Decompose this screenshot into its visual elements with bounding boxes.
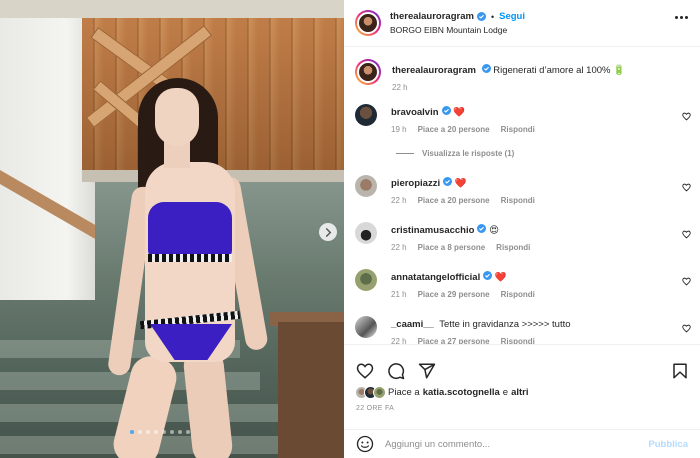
likes-prefix: Piace a xyxy=(388,387,420,398)
bikini-top xyxy=(148,202,232,260)
comment-item: _caami__ Tette in gravidanza >>>>> tutto… xyxy=(344,315,700,344)
reply-button[interactable]: Rispondi xyxy=(496,243,530,252)
post-caption: therealauroragram Rigenerati d’amore al … xyxy=(344,48,700,92)
publish-button[interactable]: Pubblica xyxy=(648,439,688,450)
heart-icon[interactable] xyxy=(356,362,374,380)
carousel-dot xyxy=(130,430,134,434)
bikini-band xyxy=(148,254,232,262)
commenter-avatar[interactable] xyxy=(355,175,377,197)
carousel-dot xyxy=(138,430,142,434)
carousel-dot xyxy=(146,430,150,434)
comment-likes[interactable]: Piace a 8 persone xyxy=(418,243,486,252)
wood-pillar xyxy=(278,322,344,458)
comment-item: cristinamusacchio 😍 22 h Piace a 8 persone… xyxy=(344,221,700,252)
white-wall xyxy=(0,0,95,300)
caption-time: 22 h xyxy=(392,83,408,92)
bookmark-icon[interactable] xyxy=(671,362,689,380)
comment-time[interactable]: 22 h xyxy=(391,337,407,344)
post-time-ago[interactable]: 22 ORE FA xyxy=(344,399,700,412)
comment-item: bravoalvin ❤️ 19 h Piace a 20 persone Rispo… xyxy=(344,103,700,134)
heart-icon[interactable] xyxy=(682,277,691,286)
comment-username[interactable]: pieropiazzi xyxy=(391,178,440,189)
liker-avatars xyxy=(355,386,386,399)
heart-icon[interactable] xyxy=(682,230,691,239)
comment-time[interactable]: 19 h xyxy=(391,125,407,134)
verified-icon xyxy=(483,271,493,280)
comment-text: ❤️ xyxy=(494,272,507,283)
carousel-dot xyxy=(162,430,166,434)
author-avatar[interactable] xyxy=(355,10,381,36)
emoji-icon[interactable] xyxy=(356,435,374,453)
post-details-panel: therealauroragram • Segui BORGO EIBN Mou… xyxy=(344,0,700,458)
more-icon[interactable] xyxy=(675,16,688,19)
comment-likes[interactable]: Piace a 20 persone xyxy=(418,196,490,205)
author-username[interactable]: therealauroragram xyxy=(390,11,474,22)
commenter-avatar[interactable] xyxy=(355,104,377,126)
verified-icon xyxy=(477,224,487,233)
face xyxy=(155,88,199,146)
separator: • xyxy=(490,11,495,22)
post-viewer: therealauroragram • Segui BORGO EIBN Mou… xyxy=(0,0,700,458)
comment-username[interactable]: _caami__ xyxy=(391,319,434,330)
author-avatar[interactable] xyxy=(355,59,381,85)
ceiling xyxy=(0,0,344,18)
post-location[interactable]: BORGO EIBN Mountain Lodge xyxy=(390,25,525,35)
commenter-avatar[interactable] xyxy=(355,316,377,338)
commenter-avatar[interactable] xyxy=(355,269,377,291)
comment-likes[interactable]: Piace a 29 persone xyxy=(418,290,490,299)
verified-icon xyxy=(481,64,491,73)
heart-icon[interactable] xyxy=(682,183,691,192)
likes-user[interactable]: katia.scotognella xyxy=(423,387,500,398)
commenter-avatar[interactable] xyxy=(355,222,377,244)
comment-text: ❤️ xyxy=(454,178,467,189)
post-media[interactable] xyxy=(0,0,344,458)
comment-time[interactable]: 22 h xyxy=(391,196,407,205)
comment-time[interactable]: 22 h xyxy=(391,243,407,252)
comment-text: ❤️ xyxy=(453,107,466,118)
comment-item: annatatangelofficial ❤️ 21 h Piace a 29 pe… xyxy=(344,268,700,299)
carousel-dot xyxy=(186,430,190,434)
view-replies-label: Visualizza le risposte (1) xyxy=(422,149,515,158)
carousel-next-button[interactable] xyxy=(319,223,337,241)
likes-others[interactable]: altri xyxy=(511,387,528,398)
comment-item: pieropiazzi ❤️ 22 h Piace a 20 persone Risp… xyxy=(344,174,700,205)
likes-summary[interactable]: Piace a katia.scotognella e altri xyxy=(344,386,700,399)
comment-composer: Pubblica xyxy=(344,429,700,458)
post-actions: Piace a katia.scotognella e altri 22 ORE… xyxy=(344,344,700,429)
heart-icon[interactable] xyxy=(682,324,691,333)
comment-likes[interactable]: Piace a 20 persone xyxy=(418,125,490,134)
heart-icon[interactable] xyxy=(682,112,691,121)
reply-button[interactable]: Rispondi xyxy=(501,125,535,134)
comment-likes[interactable]: Piace a 27 persone xyxy=(418,337,490,344)
verified-icon xyxy=(476,12,486,21)
comment-username[interactable]: bravoalvin xyxy=(391,107,439,118)
comment-time[interactable]: 21 h xyxy=(391,290,407,299)
carousel-dot xyxy=(178,430,182,434)
comment-input[interactable] xyxy=(385,438,649,450)
person-figure xyxy=(100,76,280,458)
post-header: therealauroragram • Segui BORGO EIBN Mou… xyxy=(344,0,700,47)
comment-username[interactable]: cristinamusacchio xyxy=(391,225,474,236)
verified-icon xyxy=(441,106,451,115)
comment-username[interactable]: annatatangelofficial xyxy=(391,272,480,283)
comment-icon[interactable] xyxy=(387,362,405,380)
carousel-dots xyxy=(130,430,190,434)
comment-text: Tette in gravidanza >>>>> tutto xyxy=(439,319,571,330)
caption-username[interactable]: therealauroragram xyxy=(392,65,476,76)
reply-button[interactable]: Rispondi xyxy=(501,196,535,205)
verified-icon xyxy=(443,177,453,186)
caption-text: Rigenerati d’amore al 100% 🔋 xyxy=(493,65,625,76)
carousel-dot xyxy=(154,430,158,434)
reply-button[interactable]: Rispondi xyxy=(501,290,535,299)
likes-conj: e xyxy=(502,387,509,398)
comment-text: 😍 xyxy=(489,225,499,236)
replies-line xyxy=(396,153,414,154)
follow-button[interactable]: Segui xyxy=(499,11,525,22)
share-icon[interactable] xyxy=(418,362,436,380)
carousel-dot xyxy=(170,430,174,434)
view-replies-button[interactable]: Visualizza le risposte (1) xyxy=(396,149,514,158)
reply-button[interactable]: Rispondi xyxy=(501,337,535,344)
chevron-right-icon xyxy=(325,227,331,237)
comments-list[interactable]: therealauroragram Rigenerati d’amore al … xyxy=(344,48,700,344)
